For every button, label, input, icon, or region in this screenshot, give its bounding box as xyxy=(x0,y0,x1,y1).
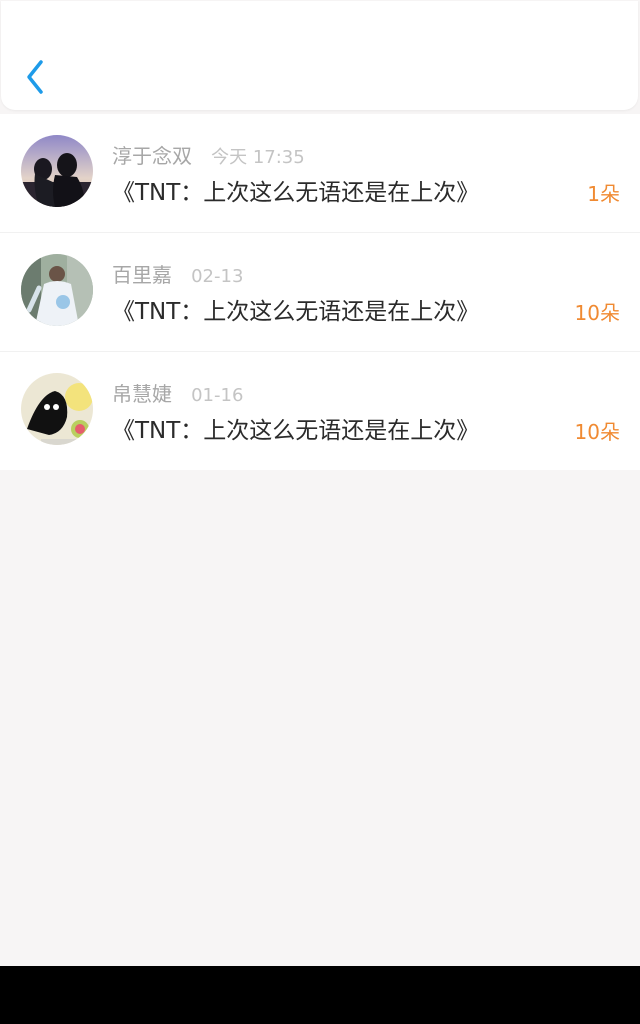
avatar-image-illustration xyxy=(21,373,93,445)
timestamp: 01-16 xyxy=(191,385,244,406)
sender-name: 百里嘉 xyxy=(112,263,172,287)
avatar[interactable] xyxy=(21,135,93,207)
flower-count: 10朵 xyxy=(574,420,620,444)
avatar-image-couple xyxy=(21,135,93,207)
avatar[interactable] xyxy=(21,373,93,445)
sender-name: 淳于念双 xyxy=(112,144,192,168)
avatar[interactable] xyxy=(21,254,93,326)
flower-count: 1朵 xyxy=(587,182,620,206)
timestamp: 02-13 xyxy=(191,266,244,287)
top-header xyxy=(1,1,638,110)
message-text: 《TNT：上次这么无语还是在上次》 xyxy=(112,299,480,325)
item-meta: 百里嘉 02-13 xyxy=(112,259,243,288)
system-navigation-bar xyxy=(0,966,640,1024)
gift-list: 淳于念双 今天 17:35 《TNT：上次这么无语还是在上次》 1朵 百里嘉 0… xyxy=(0,114,640,470)
back-button[interactable] xyxy=(19,57,53,97)
item-meta: 淳于念双 今天 17:35 xyxy=(112,140,305,169)
message-text: 《TNT：上次这么无语还是在上次》 xyxy=(112,180,480,206)
item-meta: 帛慧婕 01-16 xyxy=(112,378,243,407)
chevron-left-icon xyxy=(27,60,43,94)
list-item[interactable]: 百里嘉 02-13 《TNT：上次这么无语还是在上次》 10朵 xyxy=(0,232,640,351)
list-item[interactable]: 淳于念双 今天 17:35 《TNT：上次这么无语还是在上次》 1朵 xyxy=(0,114,640,232)
timestamp: 今天 17:35 xyxy=(211,147,305,168)
sender-name: 帛慧婕 xyxy=(112,382,172,406)
flower-count: 10朵 xyxy=(574,301,620,325)
list-item[interactable]: 帛慧婕 01-16 《TNT：上次这么无语还是在上次》 10朵 xyxy=(0,351,640,470)
message-text: 《TNT：上次这么无语还是在上次》 xyxy=(112,418,480,444)
avatar-image-man xyxy=(21,254,93,326)
